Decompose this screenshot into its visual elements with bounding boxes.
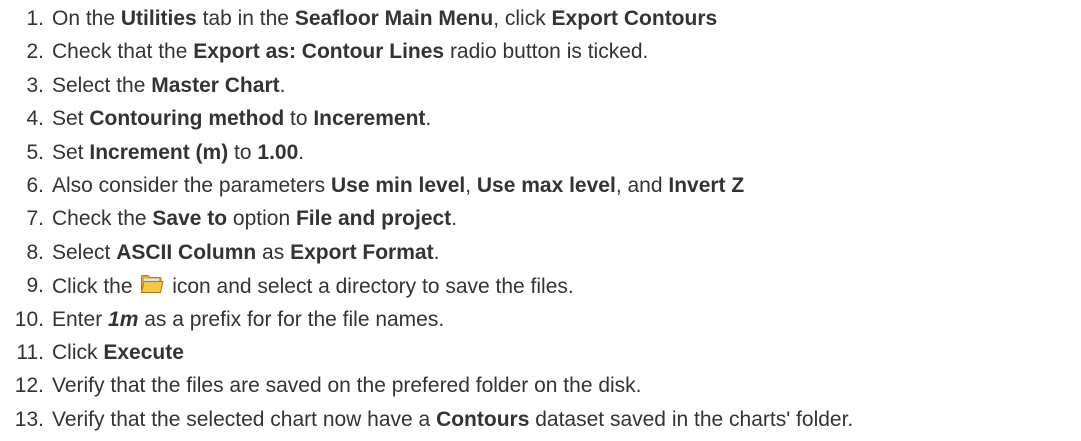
step-text-run: Set <box>52 140 90 164</box>
step-number: 8. <box>26 240 44 264</box>
instruction-list: 1. On the Utilities tab in the Seafloor M… <box>0 7 1081 441</box>
bold-term: Seafloor Main Menu <box>294 7 494 30</box>
step-text-run: Check the <box>52 207 153 231</box>
step-text: Set Increment (m) to 1.00. <box>52 141 304 164</box>
step-text: Enter 1m as a prefix for for the file na… <box>52 308 444 331</box>
step-text-run: . <box>425 107 432 131</box>
step-text: Also consider the parameters Use min lev… <box>52 174 744 197</box>
step-item: 3. Select the Master Chart. <box>0 74 1081 107</box>
step-item: 1. On the Utilities tab in the Seafloor M… <box>0 7 1081 40</box>
step-number: 12. <box>14 374 44 398</box>
step-text-run: Click <box>52 340 104 364</box>
bold-term: 1m <box>108 307 139 331</box>
step-text-run: to <box>284 107 314 131</box>
bold-term: File and project <box>295 207 452 231</box>
step-text-run: Check that the <box>52 40 194 64</box>
bold-term: Execute <box>103 340 184 364</box>
step-text: Set Contouring method to Incerement. <box>52 107 431 130</box>
step-text: Click Execute <box>52 341 184 364</box>
step-number: 6. <box>26 173 44 197</box>
step-item: 5. Set Increment (m) to 1.00. <box>0 141 1081 174</box>
step-text: Check that the Export as: Contour Lines … <box>52 40 648 63</box>
step-text-run: Enter <box>52 307 109 331</box>
step-text-run: Also consider the parameters <box>52 173 331 197</box>
bold-term: Contouring method <box>89 107 285 131</box>
bold-term: Export Format <box>290 240 434 264</box>
step-number: 5. <box>26 140 44 164</box>
step-text-run: dataset saved in the charts' folder. <box>529 407 854 431</box>
step-text-run: Click the <box>52 275 139 299</box>
bold-term: Use min level <box>330 173 466 197</box>
step-number: 2. <box>26 40 44 64</box>
step-text-run: Verify that the files are saved on the p… <box>52 374 642 398</box>
step-number: 11. <box>16 340 44 364</box>
step-number: 3. <box>26 73 44 97</box>
step-text-run: option <box>227 207 296 231</box>
step-number: 10. <box>14 307 44 331</box>
step-text: Verify that the files are saved on the p… <box>52 374 642 397</box>
step-text-run: . <box>433 240 440 264</box>
step-text-run: Verify that the selected chart now have … <box>52 407 437 431</box>
step-text-run: , and <box>615 173 669 197</box>
step-text-run: as <box>256 240 291 264</box>
step-text: Check the Save to option File and projec… <box>52 207 457 230</box>
bold-term: Export as: Contour Lines <box>193 40 445 64</box>
step-item: 10. Enter 1m as a prefix for for the file… <box>0 308 1081 341</box>
step-text-run: . <box>298 140 305 164</box>
bold-term: ASCII Column <box>116 240 257 264</box>
bold-term: Invert Z <box>668 173 745 197</box>
bold-term: Contours <box>436 407 530 431</box>
step-text-run: to <box>228 140 258 164</box>
bold-term: Use max level <box>476 173 616 197</box>
step-text-run: Set <box>52 107 90 131</box>
bold-term: 1.00 <box>257 140 299 164</box>
bold-term: Master Chart <box>151 73 280 97</box>
folder-icon <box>140 274 164 294</box>
step-text: Select ASCII Column as Export Format. <box>52 241 439 264</box>
step-item: 13. Verify that the selected chart now ha… <box>0 408 1081 441</box>
step-text-run: tab in the <box>196 7 295 30</box>
step-text-run: . <box>279 73 286 97</box>
step-item: 4. Set Contouring method to Incerement. <box>0 107 1081 140</box>
step-item: 9. Click the icon and select a directory … <box>0 274 1081 307</box>
bold-term: Save to <box>152 207 228 231</box>
step-item: 7. Check the Save to option File and proj… <box>0 207 1081 240</box>
step-text: On the Utilities tab in the Seafloor Mai… <box>52 7 717 30</box>
step-text-run: Select <box>52 240 117 264</box>
step-text-run: , click <box>493 7 552 30</box>
step-text-run: , <box>465 173 477 197</box>
bold-term: Increment (m) <box>89 140 229 164</box>
step-item: 12. Verify that the files are saved on th… <box>0 374 1081 407</box>
step-text: Select the Master Chart. <box>52 74 285 97</box>
bold-term: Utilities <box>120 7 197 30</box>
step-text: Click the icon and select a directory to… <box>52 275 574 298</box>
step-text: Verify that the selected chart now have … <box>52 408 853 431</box>
step-text-run: Select the <box>52 73 152 97</box>
step-text-run: icon and select a directory to save the … <box>166 275 574 299</box>
step-item: 11. Click Execute <box>0 341 1081 374</box>
step-number: 13. <box>14 407 44 431</box>
bold-term: Incerement <box>313 107 426 131</box>
step-text-run: as a prefix for for the file names. <box>138 307 445 331</box>
step-number: 9. <box>26 274 44 298</box>
step-number: 1. <box>26 7 44 30</box>
step-text-run: radio button is ticked. <box>444 40 649 64</box>
bold-term: Export Contours <box>551 7 718 30</box>
step-text-run: On the <box>52 7 121 30</box>
step-text-run: . <box>451 207 458 231</box>
step-item: 2. Check that the Export as: Contour Line… <box>0 40 1081 73</box>
step-item: 6. Also consider the parameters Use min l… <box>0 174 1081 207</box>
step-number: 4. <box>26 107 44 131</box>
step-item: 8. Select ASCII Column as Export Format. <box>0 241 1081 274</box>
step-number: 7. <box>26 207 44 231</box>
